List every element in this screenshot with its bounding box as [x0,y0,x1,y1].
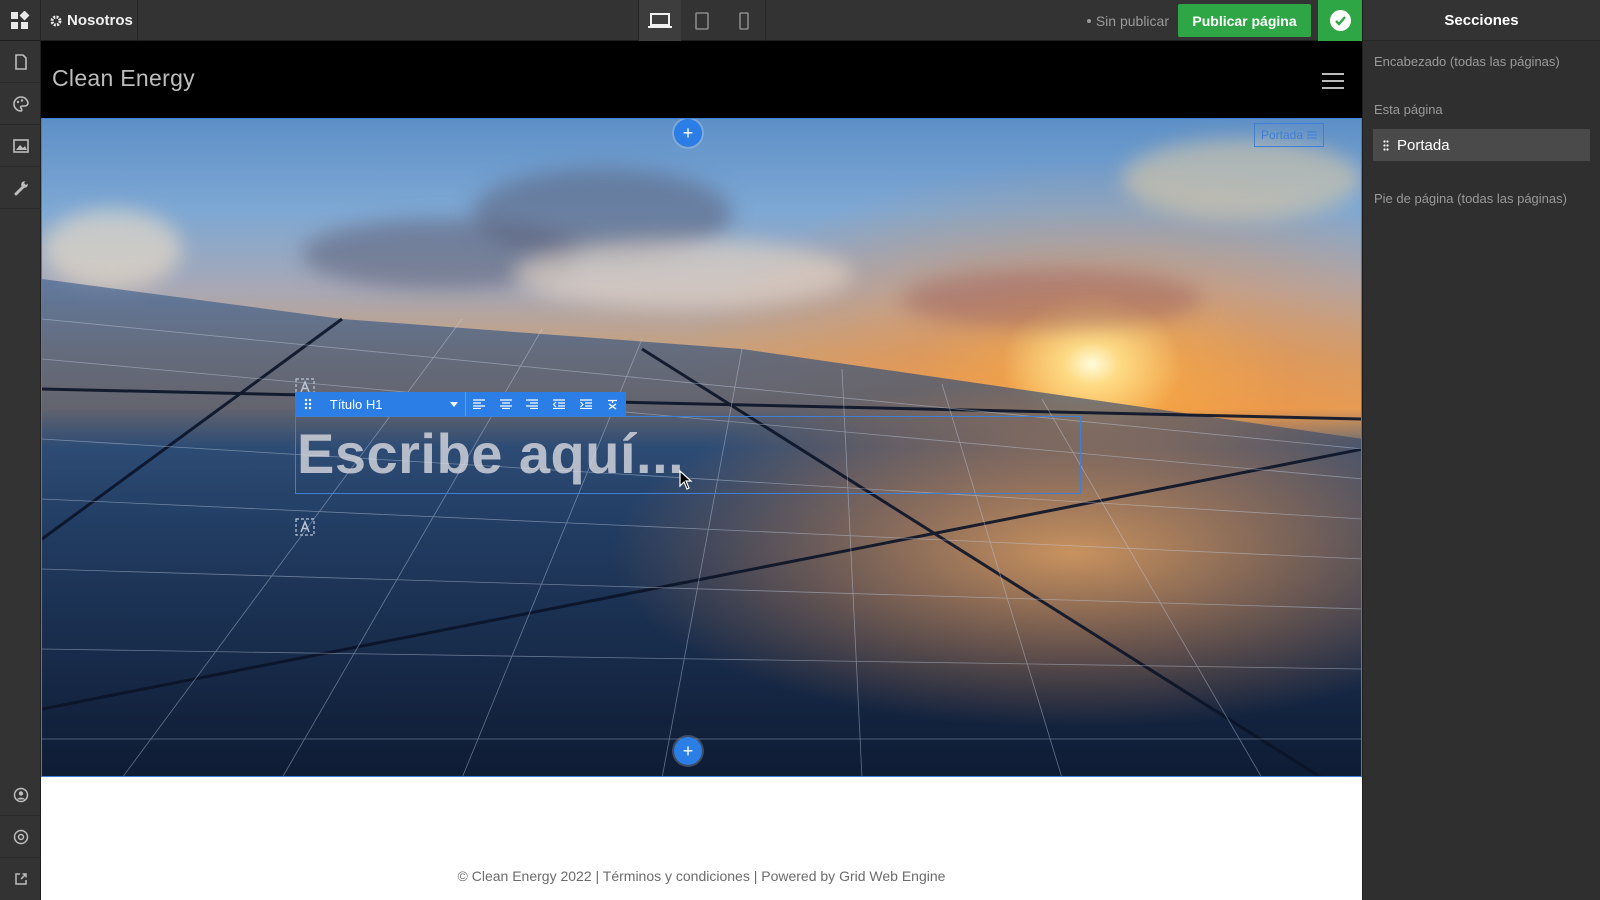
gear-icon [50,15,62,26]
align-center-icon [499,399,512,409]
heading-placeholder[interactable]: Escribe aquí... [297,421,684,486]
align-right-button[interactable] [519,392,546,416]
media-tool-button[interactable] [0,125,41,167]
wrench-icon [14,180,28,195]
desktop-icon [648,12,672,28]
align-left-button[interactable] [466,392,493,416]
editor-canvas: Clean Energy + + Portada Título H1 Escri… [41,41,1362,900]
open-external-button[interactable] [0,858,41,900]
header-sections-link[interactable]: Encabezado (todas las páginas) [1363,54,1600,69]
design-tool-button[interactable] [0,83,41,125]
page-selector[interactable]: Nosotros [41,0,138,41]
help-icon [13,829,28,844]
saved-indicator-button[interactable] [1318,0,1362,41]
app-menu-button[interactable] [0,0,41,41]
menu-icon[interactable] [1322,73,1344,94]
add-section-below-button[interactable]: + [674,737,702,765]
settings-tool-button[interactable] [0,167,41,209]
publish-button[interactable]: Publicar página [1178,4,1311,37]
device-switcher [638,0,766,41]
align-left-icon [472,399,485,409]
external-link-icon [14,873,27,885]
status-dot [1086,18,1091,23]
section-label-tag[interactable]: Portada [1254,123,1325,147]
mouse-cursor-icon [679,470,693,490]
palette-icon [12,95,29,112]
drag-handle-icon[interactable] [295,398,321,410]
section-label: Portada [1261,128,1304,142]
desktop-view-button[interactable] [639,0,681,41]
text-format-toolbar: Título H1 [295,392,626,416]
top-toolbar: Nosotros Sin publicar Publicar página [0,0,1362,41]
mobile-view-button[interactable] [723,0,765,41]
sliders-icon [1307,131,1318,139]
image-icon [12,138,29,153]
footer-text[interactable]: © Clean Energy 2022 | Términos y condici… [41,868,1362,884]
this-page-label: Esta página [1374,102,1443,117]
tablet-icon [695,11,709,30]
section-item-label: Portada [1397,136,1450,154]
footer-sections-link[interactable]: Pie de página (todas las páginas) [1363,191,1600,206]
drag-handle-icon[interactable] [1383,139,1389,151]
pages-tool-button[interactable] [0,41,41,83]
align-right-icon [526,399,539,409]
hero-section[interactable]: + + Portada Título H1 Escribe aquí... [41,118,1362,777]
user-circle-icon [13,787,28,802]
page-icon [14,53,27,70]
site-title[interactable]: Clean Energy [52,65,195,92]
status-text: Sin publicar [1095,12,1169,29]
check-icon [1329,10,1351,31]
page-name: Nosotros [67,12,133,29]
left-sidebar [0,41,41,900]
help-button[interactable] [0,816,41,858]
clear-format-icon [608,399,618,410]
outdent-button[interactable] [546,392,573,416]
left-sidebar-bottom [0,774,41,900]
add-section-above-button[interactable]: + [674,119,702,147]
heading-style-value: Título H1 [329,396,383,412]
site-header[interactable]: Clean Energy [41,41,1362,118]
tablet-view-button[interactable] [681,0,723,41]
indent-icon [579,399,592,409]
section-item-portada[interactable]: Portada [1373,129,1590,161]
account-button[interactable] [0,774,41,816]
clear-format-button[interactable] [599,392,626,416]
publish-status: Sin publicar [1086,0,1169,41]
mobile-icon [739,11,749,30]
caret-down-icon [449,401,458,407]
indent-button[interactable] [573,392,600,416]
sections-panel-title: Secciones [1363,0,1600,41]
align-center-button[interactable] [492,392,519,416]
sections-panel: Secciones Encabezado (todas las páginas)… [1362,0,1600,900]
grid-logo-icon [11,10,30,29]
text-block-icon[interactable] [295,518,315,536]
outdent-icon [553,399,566,409]
site-footer[interactable]: © Clean Energy 2022 | Términos y condici… [41,777,1362,900]
heading-style-select[interactable]: Título H1 [321,392,466,416]
